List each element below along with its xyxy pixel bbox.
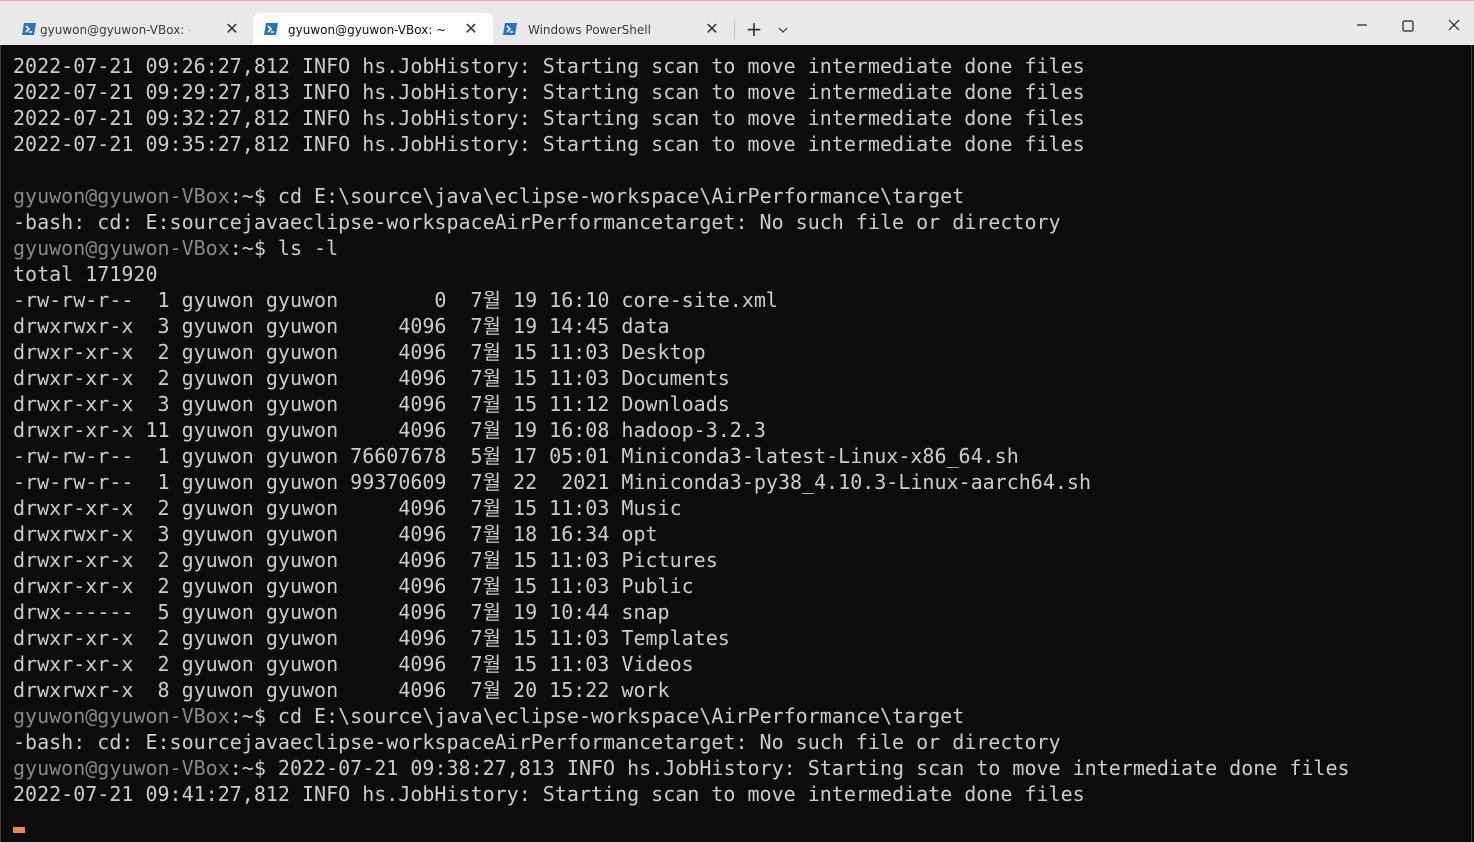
line-text: drwxrwxr-x 3 gyuwon gyuwon 4096 7월 19 14…	[13, 314, 670, 338]
line-text: 2022-07-21 09:29:27,813 INFO hs.JobHisto…	[13, 80, 1085, 104]
terminal-line: drwxr-xr-x 3 gyuwon gyuwon 4096 7월 15 11…	[13, 391, 1350, 417]
line-text: cd E:\source\java\eclipse-workspace\AirP…	[277, 184, 965, 208]
prompt-path: :~$	[229, 236, 278, 260]
line-text: drwxr-xr-x 2 gyuwon gyuwon 4096 7월 15 11…	[13, 652, 694, 676]
terminal-line: drwxr-xr-x 2 gyuwon gyuwon 4096 7월 15 11…	[13, 495, 1350, 521]
terminal-line: -bash: cd: E:sourcejavaeclipse-workspace…	[13, 729, 1350, 755]
tab-vbox-wc[interactable]: gyuwon@gyuwon-VBox: ~/wc ✕	[6, 13, 252, 46]
terminal-window: gyuwon@gyuwon-VBox: ~/wc ✕ gyuwon@gyuwon…	[0, 0, 1474, 842]
terminal-line: drwxr-xr-x 2 gyuwon gyuwon 4096 7월 15 11…	[13, 625, 1350, 651]
line-text: cd E:\source\java\eclipse-workspace\AirP…	[277, 704, 965, 728]
prompt-path: :~$	[229, 704, 278, 728]
terminal-prompt-line: gyuwon@gyuwon-VBox:~$ cd E:\source\java\…	[13, 703, 1350, 729]
powershell-icon	[503, 23, 517, 35]
tab-separator	[734, 19, 735, 39]
line-text: -rw-rw-r-- 1 gyuwon gyuwon 99370609 7월 2…	[13, 470, 1092, 494]
prompt-user-host: gyuwon@gyuwon-VBox	[13, 184, 230, 208]
tab-bar: gyuwon@gyuwon-VBox: ~/wc ✕ gyuwon@gyuwon…	[0, 0, 1474, 46]
prompt-path: :~$	[229, 184, 278, 208]
terminal-lines: 2022-07-21 09:26:27,812 INFO hs.JobHisto…	[13, 53, 1350, 807]
maximize-icon[interactable]	[1393, 11, 1423, 41]
tab-vbox-home[interactable]: gyuwon@gyuwon-VBox: ~ ✕	[253, 13, 493, 46]
terminal-line: drwxrwxr-x 3 gyuwon gyuwon 4096 7월 19 14…	[13, 313, 1350, 339]
line-text: total 171920	[13, 262, 158, 286]
terminal-line: drwxrwxr-x 3 gyuwon gyuwon 4096 7월 18 16…	[13, 521, 1350, 547]
terminal-line: 2022-07-21 09:35:27,812 INFO hs.JobHisto…	[13, 131, 1350, 157]
terminal-line: 2022-07-21 09:32:27,812 INFO hs.JobHisto…	[13, 105, 1350, 131]
close-icon[interactable]	[1439, 11, 1469, 41]
line-text: drwxr-xr-x 3 gyuwon gyuwon 4096 7월 15 11…	[13, 392, 730, 416]
line-text: -rw-rw-r-- 1 gyuwon gyuwon 76607678 5월 1…	[13, 444, 1019, 468]
terminal-line: drwxr-xr-x 2 gyuwon gyuwon 4096 7월 15 11…	[13, 339, 1350, 365]
line-text: -rw-rw-r-- 1 gyuwon gyuwon 0 7월 19 16:10…	[13, 288, 778, 312]
line-text: drwxr-xr-x 2 gyuwon gyuwon 4096 7월 15 11…	[13, 626, 730, 650]
terminal-line: -rw-rw-r-- 1 gyuwon gyuwon 0 7월 19 16:10…	[13, 287, 1350, 313]
tab-label: gyuwon@gyuwon-VBox: ~	[288, 23, 447, 37]
tab-label: Windows PowerShell	[528, 23, 651, 37]
line-text: drwxrwxr-x 3 gyuwon gyuwon 4096 7월 18 16…	[13, 522, 658, 546]
terminal-line: -bash: cd: E:sourcejavaeclipse-workspace…	[13, 209, 1350, 235]
tab-close-icon[interactable]: ✕	[223, 20, 241, 38]
terminal-icon	[264, 23, 278, 35]
line-text: 2022-07-21 09:38:27,813 INFO hs.JobHisto…	[277, 756, 1350, 780]
prompt-path: :~$	[229, 756, 278, 780]
terminal-line: total 171920	[13, 261, 1350, 287]
prompt-user-host: gyuwon@gyuwon-VBox	[13, 236, 230, 260]
line-text: drwxr-xr-x 2 gyuwon gyuwon 4096 7월 15 11…	[13, 496, 682, 520]
terminal-output[interactable]: 2022-07-21 09:26:27,812 INFO hs.JobHisto…	[0, 45, 1472, 842]
terminal-line: drwxr-xr-x 2 gyuwon gyuwon 4096 7월 15 11…	[13, 365, 1350, 391]
line-text: -bash: cd: E:sourcejavaeclipse-workspace…	[13, 210, 1061, 234]
line-text: 2022-07-21 09:41:27,812 INFO hs.JobHisto…	[13, 782, 1085, 806]
terminal-icon	[22, 23, 36, 35]
terminal-prompt-line: gyuwon@gyuwon-VBox:~$ cd E:\source\java\…	[13, 183, 1350, 209]
line-text: 2022-07-21 09:35:27,812 INFO hs.JobHisto…	[13, 132, 1085, 156]
terminal-line: drwxr-xr-x 2 gyuwon gyuwon 4096 7월 15 11…	[13, 573, 1350, 599]
tab-close-icon[interactable]: ✕	[703, 20, 721, 38]
terminal-line: 2022-07-21 09:41:27,812 INFO hs.JobHisto…	[13, 781, 1350, 807]
prompt-user-host: gyuwon@gyuwon-VBox	[13, 704, 230, 728]
line-text: drwxr-xr-x 11 gyuwon gyuwon 4096 7월 19 1…	[13, 418, 766, 442]
terminal-line: -rw-rw-r-- 1 gyuwon gyuwon 76607678 5월 1…	[13, 443, 1350, 469]
tab-label: gyuwon@gyuwon-VBox: ~/wc	[40, 23, 190, 37]
line-text: 2022-07-21 09:32:27,812 INFO hs.JobHisto…	[13, 106, 1085, 130]
line-text: drwxr-xr-x 2 gyuwon gyuwon 4096 7월 15 11…	[13, 340, 706, 364]
terminal-prompt-line: gyuwon@gyuwon-VBox:~$ ls -l	[13, 235, 1350, 261]
terminal-line: 2022-07-21 09:26:27,812 INFO hs.JobHisto…	[13, 53, 1350, 79]
terminal-line: -rw-rw-r-- 1 gyuwon gyuwon 99370609 7월 2…	[13, 469, 1350, 495]
line-text: drwx------ 5 gyuwon gyuwon 4096 7월 19 10…	[13, 600, 670, 624]
line-text: drwxrwxr-x 8 gyuwon gyuwon 4096 7월 20 15…	[13, 678, 670, 702]
tab-powershell[interactable]: Windows PowerShell ✕	[494, 13, 732, 46]
terminal-line: drwxr-xr-x 11 gyuwon gyuwon 4096 7월 19 1…	[13, 417, 1350, 443]
tab-close-icon[interactable]: ✕	[462, 20, 480, 38]
line-text: -bash: cd: E:sourcejavaeclipse-workspace…	[13, 730, 1061, 754]
terminal-prompt-line: gyuwon@gyuwon-VBox:~$ 2022-07-21 09:38:2…	[13, 755, 1350, 781]
line-text: 2022-07-21 09:26:27,812 INFO hs.JobHisto…	[13, 54, 1085, 78]
terminal-line: 2022-07-21 09:29:27,813 INFO hs.JobHisto…	[13, 79, 1350, 105]
line-text: drwxr-xr-x 2 gyuwon gyuwon 4096 7월 15 11…	[13, 366, 730, 390]
terminal-line: drwxr-xr-x 2 gyuwon gyuwon 4096 7월 15 11…	[13, 651, 1350, 677]
terminal-line: drwxr-xr-x 2 gyuwon gyuwon 4096 7월 15 11…	[13, 547, 1350, 573]
terminal-line: drwxrwxr-x 8 gyuwon gyuwon 4096 7월 20 15…	[13, 677, 1350, 703]
plus-icon[interactable]: +	[742, 18, 766, 42]
minimize-icon[interactable]	[1347, 11, 1377, 41]
prompt-user-host: gyuwon@gyuwon-VBox	[13, 756, 230, 780]
text-cursor	[13, 827, 25, 833]
chevron-down-icon[interactable]	[773, 20, 793, 40]
line-text: drwxr-xr-x 2 gyuwon gyuwon 4096 7월 15 11…	[13, 574, 694, 598]
terminal-line: drwx------ 5 gyuwon gyuwon 4096 7월 19 10…	[13, 599, 1350, 625]
line-text: ls -l	[277, 236, 339, 260]
line-text: drwxr-xr-x 2 gyuwon gyuwon 4096 7월 15 11…	[13, 548, 718, 572]
